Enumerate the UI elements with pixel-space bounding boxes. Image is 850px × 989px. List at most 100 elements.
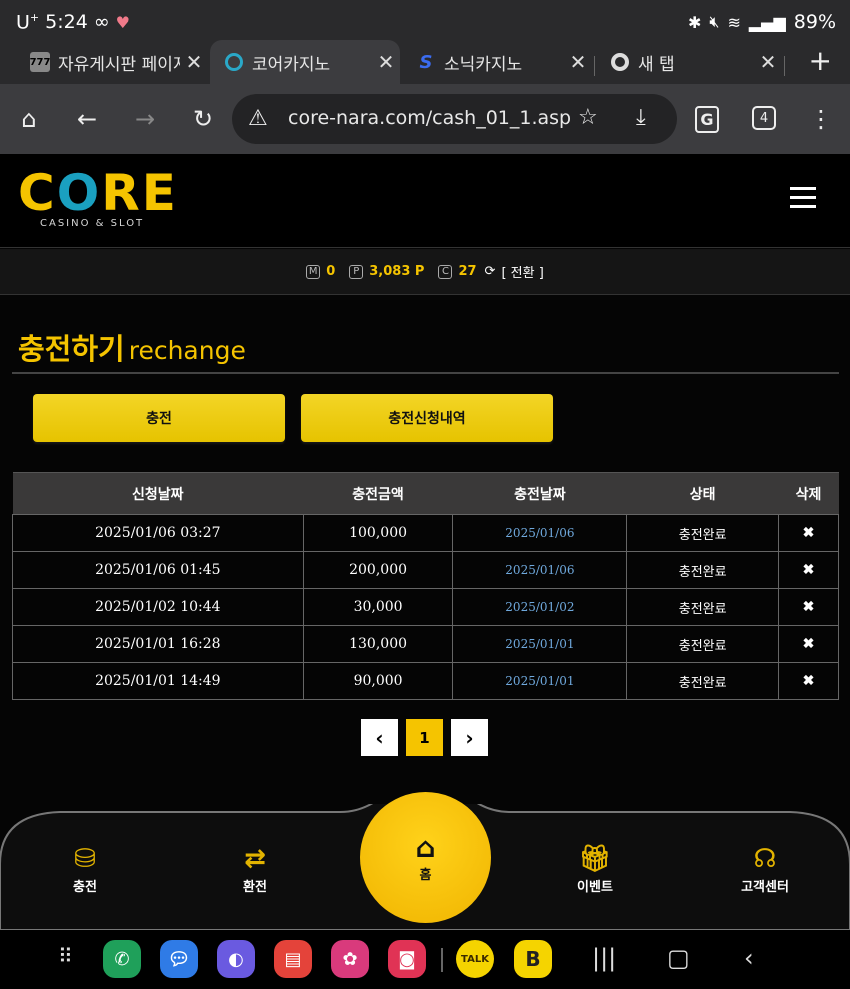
close-icon[interactable]: ✕ [372, 50, 400, 74]
table-row: 2025/01/06 03:27 100,000 2025/01/06 충전완료 ✖ [12, 514, 839, 552]
delete-button[interactable]: ✖ [778, 625, 839, 663]
star-icon[interactable]: ☆ [578, 105, 598, 130]
table-row: 2025/01/01 16:28 130,000 2025/01/01 충전완료 ✖ [12, 625, 839, 663]
charge-icon: ⛁ [74, 844, 96, 874]
heart-icon: ♥ [115, 12, 130, 32]
site-header: CORE CASINO & SLOT [0, 154, 850, 248]
bottom-nav: ⛁ 충전 ⇄ 환전 ⌂ 홈 🎁︎ 이벤트 ☊ 고객센터 [0, 792, 850, 930]
tab-sonic-casino[interactable]: S 소닉카지노 ✕ [402, 40, 592, 84]
nav-support[interactable]: ☊ 고객센터 [715, 842, 815, 895]
tab-core-casino[interactable]: 코어카지노 ✕ [210, 40, 400, 84]
mute-icon: 🔇︎ [709, 12, 720, 31]
nav-label: 고객센터 [741, 880, 789, 895]
reload-icon[interactable]: ↻ [186, 102, 220, 136]
amount-cell: 100,000 [302, 514, 454, 552]
url-text[interactable]: core-nara.com/cash_01_1.asp [288, 107, 571, 129]
close-icon[interactable]: ✕ [180, 50, 208, 74]
nav-label: 홈 [419, 868, 432, 883]
pagination: ‹ 1 › [361, 719, 488, 756]
delete-button[interactable]: ✖ [778, 551, 839, 589]
amount-cell: 90,000 [302, 662, 454, 700]
status-cell: 충전완료 [626, 514, 780, 552]
title-korean: 충전하기 [18, 332, 125, 366]
tab-separator [594, 56, 595, 76]
nav-exchange[interactable]: ⇄ 환전 [205, 842, 305, 895]
notes-app-icon[interactable]: ▤ [274, 940, 312, 978]
nav-label: 충전 [73, 880, 97, 895]
back-button-icon[interactable]: ‹ [744, 944, 754, 972]
nav-home[interactable]: ⌂ 홈 [360, 792, 491, 923]
address-bar[interactable]: ⚠ core-nara.com/cash_01_1.asp ☆ ⤓ [232, 94, 677, 144]
camera-app-icon[interactable]: ◙ [388, 940, 426, 978]
chrome-icon [610, 52, 630, 72]
circle-logo-icon [224, 52, 244, 72]
swap-link[interactable]: [ 전환 ] [501, 262, 543, 281]
tab-new[interactable]: 새 탭 ✕ [596, 40, 782, 84]
c-icon: C [438, 264, 453, 279]
clock: 5:24 [45, 11, 88, 34]
charge-button[interactable]: 충전 [33, 394, 285, 442]
col-request-date: 신청날짜 [12, 472, 304, 515]
refresh-icon[interactable]: ⟳ [485, 264, 496, 279]
amount-cell: 130,000 [302, 625, 454, 663]
home-icon[interactable]: ⌂ [12, 102, 46, 136]
download-icon[interactable]: ⤓ [636, 105, 646, 130]
nav-charge[interactable]: ⛁ 충전 [35, 842, 135, 895]
home-button-icon[interactable]: ▢ [667, 944, 690, 972]
status-right: ✱ 🔇︎ ≋ ▂▄▆ 89% [688, 11, 836, 33]
charge-history-table: 신청날짜 충전금액 충전날짜 상태 삭제 2025/01/06 03:27 100… [12, 472, 839, 700]
browser-toolbar: ⌂ ← → ↻ ⚠ core-nara.com/cash_01_1.asp ☆ … [0, 84, 850, 154]
kakaotalk-app-icon[interactable]: TALK [456, 940, 494, 978]
warning-icon[interactable]: ⚠ [248, 106, 268, 131]
web-page: CORE CASINO & SLOT M 0 P 3,083 P C 27 ⟳ … [0, 154, 850, 930]
android-nav-bar: ⠿ ✆ 💬︎ ◐ ▤ ✿ ◙ TALK B ||| ▢ ‹ [0, 930, 850, 989]
delete-button[interactable]: ✖ [778, 588, 839, 626]
app-drawer-icon[interactable]: ⠿ [58, 944, 73, 968]
request-date-cell: 2025/01/06 03:27 [12, 514, 304, 552]
more-menu-icon[interactable]: ⋮ [804, 102, 838, 136]
phone-app-icon[interactable]: ✆ [103, 940, 141, 978]
gift-icon: 🎁︎ [578, 844, 612, 874]
tab-free-board[interactable]: 777 자유게시판 페이지 ✕ [16, 40, 208, 84]
col-charge-date: 충전날짜 [452, 472, 627, 515]
hamburger-menu-icon[interactable] [790, 187, 816, 209]
close-icon[interactable]: ✕ [564, 50, 592, 74]
kakao-b-app-icon[interactable]: B [514, 940, 552, 978]
site-logo[interactable]: CORE CASINO & SLOT [18, 168, 178, 229]
charge-history-button[interactable]: 충전신청내역 [301, 394, 553, 442]
table-row: 2025/01/01 14:49 90,000 2025/01/01 충전완료 ✖ [12, 662, 839, 700]
tab-separator [784, 56, 785, 76]
delete-button[interactable]: ✖ [778, 662, 839, 700]
close-icon[interactable]: ✕ [754, 50, 782, 74]
recent-apps-icon[interactable]: ||| [592, 944, 616, 972]
tab-label: 코어카지노 [252, 54, 331, 75]
status-cell: 충전완료 [626, 551, 780, 589]
amount-cell: 200,000 [302, 551, 454, 589]
prev-page-button[interactable]: ‹ [361, 719, 398, 756]
status-cell: 충전완료 [626, 662, 780, 700]
page-title: 충전하기 rechange [18, 326, 246, 368]
headset-icon: ☊ [753, 844, 777, 874]
page-1-button[interactable]: 1 [406, 719, 443, 756]
charge-date-cell: 2025/01/06 [452, 514, 628, 552]
nav-event[interactable]: 🎁︎ 이벤트 [545, 842, 645, 895]
messages-app-icon[interactable]: 💬︎ [160, 940, 198, 978]
nav-label: 이벤트 [577, 880, 613, 895]
new-tab-button[interactable]: + [809, 44, 832, 77]
forward-icon[interactable]: → [128, 102, 162, 136]
request-date-cell: 2025/01/06 01:45 [12, 551, 304, 589]
charge-date-cell: 2025/01/01 [452, 625, 628, 663]
back-icon[interactable]: ← [70, 102, 104, 136]
request-date-cell: 2025/01/02 10:44 [12, 588, 304, 626]
status-left: U+ 5:24 ∞ ♥ [16, 11, 130, 33]
next-page-button[interactable]: › [451, 719, 488, 756]
tab-count[interactable]: 4 [752, 106, 776, 130]
gallery-app-icon[interactable]: ✿ [331, 940, 369, 978]
carrier: U+ [16, 11, 40, 34]
battery-level: 89% [793, 11, 836, 33]
col-amount: 충전금액 [303, 472, 453, 515]
translate-icon[interactable]: G [690, 102, 724, 136]
p-value: 3,083 P [369, 264, 425, 279]
delete-button[interactable]: ✖ [778, 514, 839, 552]
internet-app-icon[interactable]: ◐ [217, 940, 255, 978]
